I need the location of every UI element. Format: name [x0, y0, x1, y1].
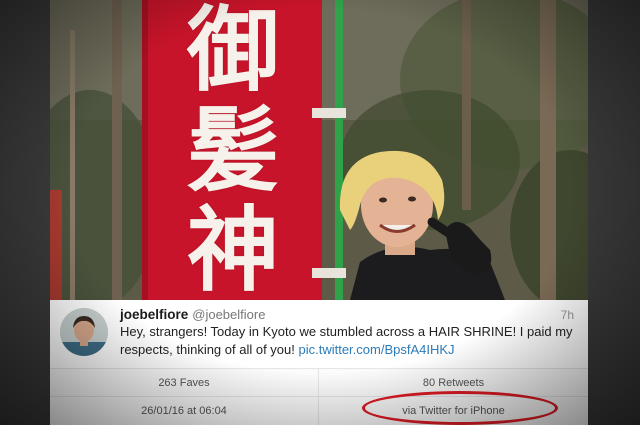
- tweet-date: 26/01/16 at 06:04: [50, 397, 319, 425]
- faves-count[interactable]: 263 Faves: [50, 369, 319, 397]
- tweet-media-link[interactable]: pic.twitter.com/BpsfA4IHKJ: [298, 342, 454, 357]
- avatar[interactable]: [60, 308, 108, 356]
- tweet-time[interactable]: 7h: [561, 308, 574, 322]
- photo-scene: [50, 0, 588, 300]
- annotation-circle: [362, 391, 558, 425]
- tweet-text: Hey, strangers! Today in Kyoto we stumbl…: [120, 323, 580, 359]
- user-handle[interactable]: @joebelfiore: [192, 307, 265, 322]
- tweet-photo[interactable]: 御 髪 神: [50, 0, 588, 300]
- banner-char-3: 神: [186, 196, 279, 300]
- banner-characters: 御 髪 神: [148, 0, 318, 300]
- username[interactable]: joebelfiore: [120, 307, 188, 322]
- tweet-content: joebelfiore @joebelfiore 7h Hey, stranger…: [50, 300, 588, 368]
- tweet-header: joebelfiore @joebelfiore: [120, 307, 265, 322]
- banner-char-1: 御: [186, 0, 279, 104]
- banner-char-2: 髪: [186, 96, 279, 204]
- avatar-image: [60, 308, 108, 356]
- tweet-card: 御 髪 神 joebelfiore @joebelfiore 7h Hey, st…: [50, 0, 588, 425]
